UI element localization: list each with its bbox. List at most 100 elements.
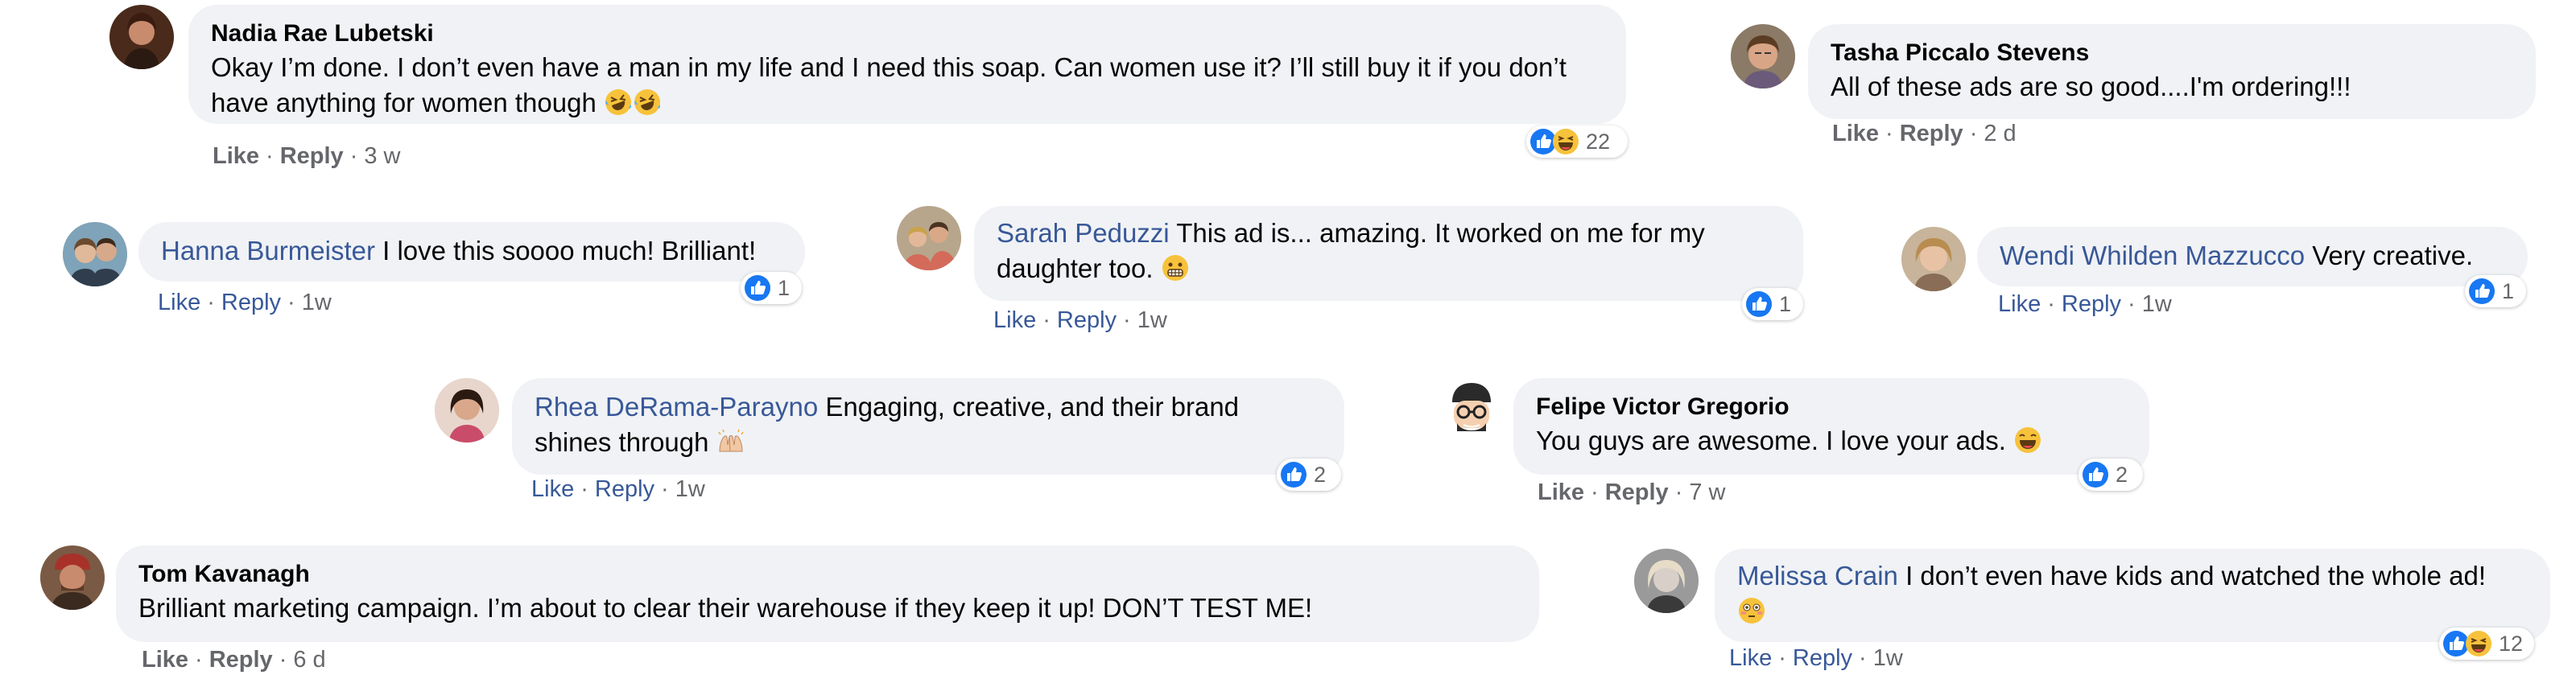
comment-bubble: Tom Kavanagh Brilliant marketing campaig… bbox=[116, 545, 1539, 642]
comment-text-content: I love this soooo much! Brilliant! bbox=[382, 236, 757, 265]
comment-text-line2: daughter too. bbox=[997, 253, 1154, 283]
separator: · bbox=[195, 647, 203, 673]
comment-text: Okay I’m done. I don’t even have a man i… bbox=[211, 50, 1604, 121]
separator: · bbox=[1591, 479, 1599, 505]
comment-actions: Like · Reply · 6 d bbox=[142, 647, 326, 673]
reaction-count: 2 bbox=[1314, 462, 1327, 487]
reply-button[interactable]: Reply bbox=[280, 143, 344, 169]
reply-button[interactable]: Reply bbox=[595, 476, 654, 502]
like-button[interactable]: Like bbox=[1729, 645, 1772, 671]
avatar[interactable] bbox=[1634, 549, 1699, 613]
timestamp[interactable]: 7 w bbox=[1689, 479, 1725, 505]
comment-text-content: You guys are awesome. I love your ads. bbox=[1536, 426, 2006, 455]
comment-bubble: Melissa Crain I don’t even have kids and… bbox=[1715, 549, 2550, 642]
author-name[interactable]: Rhea DeRama-Parayno bbox=[535, 392, 818, 422]
like-button[interactable]: Like bbox=[1832, 121, 1879, 146]
haha-reaction-icon bbox=[1552, 128, 1579, 155]
author-name[interactable]: Melissa Crain bbox=[1737, 561, 1898, 591]
comment-actions: Like · Reply · 1w bbox=[1729, 645, 1903, 672]
avatar[interactable] bbox=[1731, 24, 1795, 88]
comment-bubble: Nadia Rae Lubetski Okay I’m done. I don’… bbox=[188, 5, 1626, 124]
avatar[interactable] bbox=[109, 5, 174, 69]
author-name[interactable]: Nadia Rae Lubetski bbox=[211, 18, 1604, 50]
comment-text: Hanna Burmeister I love this soooo much!… bbox=[161, 233, 782, 269]
reply-button[interactable]: Reply bbox=[1900, 121, 1963, 146]
comment-bubble: Rhea DeRama-Parayno Engaging, creative, … bbox=[512, 378, 1344, 475]
avatar[interactable] bbox=[40, 545, 105, 610]
author-name[interactable]: Wendi Whilden Mazzucco bbox=[2000, 241, 2305, 270]
comment-text: Rhea DeRama-Parayno Engaging, creative, … bbox=[535, 389, 1322, 460]
separator: · bbox=[266, 143, 274, 169]
reply-button[interactable]: Reply bbox=[1057, 307, 1117, 333]
like-reaction-icon bbox=[2082, 461, 2109, 488]
reaction-count: 22 bbox=[1586, 129, 1611, 154]
reaction-count: 1 bbox=[1779, 291, 1792, 316]
comment-actions: Like · Reply · 2 d bbox=[1832, 121, 2017, 147]
author-name[interactable]: Tasha Piccalo Stevens bbox=[1831, 37, 2513, 69]
separator: · bbox=[2128, 291, 2136, 317]
like-button[interactable]: Like bbox=[158, 290, 200, 315]
like-button[interactable]: Like bbox=[213, 143, 259, 169]
reply-button[interactable]: Reply bbox=[221, 290, 281, 315]
separator: · bbox=[1042, 307, 1051, 333]
author-name[interactable]: Hanna Burmeister bbox=[161, 236, 375, 265]
author-name[interactable]: Sarah Peduzzi bbox=[997, 218, 1170, 248]
timestamp[interactable]: 1w bbox=[1873, 645, 1903, 671]
avatar[interactable] bbox=[1439, 378, 1504, 442]
timestamp[interactable]: 6 d bbox=[293, 647, 325, 673]
laughing-emoji bbox=[2013, 426, 2042, 455]
author-name[interactable]: Tom Kavanagh bbox=[138, 558, 1517, 591]
timestamp[interactable]: 1w bbox=[2142, 291, 2172, 317]
like-reaction-icon bbox=[2468, 278, 2496, 305]
reply-button[interactable]: Reply bbox=[209, 647, 273, 673]
reply-button[interactable]: Reply bbox=[1605, 479, 1669, 505]
like-button[interactable]: Like bbox=[142, 647, 188, 673]
reaction-summary[interactable]: 1 bbox=[1742, 288, 1803, 320]
avatar[interactable] bbox=[897, 206, 961, 270]
like-reaction-icon bbox=[1745, 290, 1773, 318]
reaction-summary[interactable]: 22 bbox=[1526, 126, 1628, 158]
like-reaction-icon bbox=[744, 274, 771, 302]
timestamp[interactable]: 1w bbox=[675, 476, 705, 502]
grimace-emoji bbox=[1161, 253, 1190, 282]
reaction-summary[interactable]: 2 bbox=[2079, 459, 2143, 491]
reaction-count: 2 bbox=[2116, 462, 2128, 487]
comment-bubble: Tasha Piccalo Stevens All of these ads a… bbox=[1808, 24, 2536, 119]
avatar[interactable] bbox=[1901, 227, 1966, 291]
reaction-count: 12 bbox=[2499, 631, 2524, 656]
timestamp[interactable]: 1w bbox=[302, 290, 332, 315]
reaction-summary[interactable]: 1 bbox=[741, 272, 802, 304]
comment-bubble: Hanna Burmeister I love this soooo much!… bbox=[138, 222, 805, 282]
avatar[interactable] bbox=[435, 378, 499, 442]
timestamp[interactable]: 3 w bbox=[364, 143, 400, 169]
like-button[interactable]: Like bbox=[993, 307, 1036, 333]
comment-text-line1: Engaging, creative, and their brand bbox=[825, 392, 1240, 422]
timestamp[interactable]: 2 d bbox=[1984, 121, 2016, 146]
reaction-count: 1 bbox=[2502, 278, 2515, 303]
comment-text-content: Okay I’m done. I don’t even have a man i… bbox=[211, 52, 1567, 117]
separator: · bbox=[1859, 645, 1867, 671]
reply-button[interactable]: Reply bbox=[2062, 291, 2121, 317]
raised-hands-emoji bbox=[716, 427, 745, 456]
reply-button[interactable]: Reply bbox=[1793, 645, 1852, 671]
like-button[interactable]: Like bbox=[531, 476, 574, 502]
comment-text: Wendi Whilden Mazzucco Very creative. bbox=[2000, 238, 2505, 274]
separator: · bbox=[1969, 121, 1978, 146]
reaction-summary[interactable]: 2 bbox=[1277, 459, 1341, 491]
like-button[interactable]: Like bbox=[1538, 479, 1584, 505]
reaction-summary[interactable]: 1 bbox=[2465, 275, 2526, 307]
comment-bubble: Sarah Peduzzi This ad is... amazing. It … bbox=[974, 206, 1803, 301]
separator: · bbox=[349, 143, 358, 169]
like-reaction-icon bbox=[1280, 461, 1307, 488]
reaction-summary[interactable]: 12 bbox=[2439, 628, 2534, 660]
separator: · bbox=[2047, 291, 2055, 317]
timestamp[interactable]: 1w bbox=[1137, 307, 1167, 333]
like-button[interactable]: Like bbox=[1998, 291, 2041, 317]
separator: · bbox=[207, 290, 215, 315]
comment-text: Melissa Crain I don’t even have kids and… bbox=[1737, 558, 2528, 629]
haha-reaction-icon bbox=[2465, 630, 2492, 657]
avatar[interactable] bbox=[63, 222, 127, 286]
comment-actions: Like · Reply · 1w bbox=[158, 290, 332, 316]
separator: · bbox=[279, 647, 287, 673]
author-name[interactable]: Felipe Victor Gregorio bbox=[1536, 391, 2127, 423]
